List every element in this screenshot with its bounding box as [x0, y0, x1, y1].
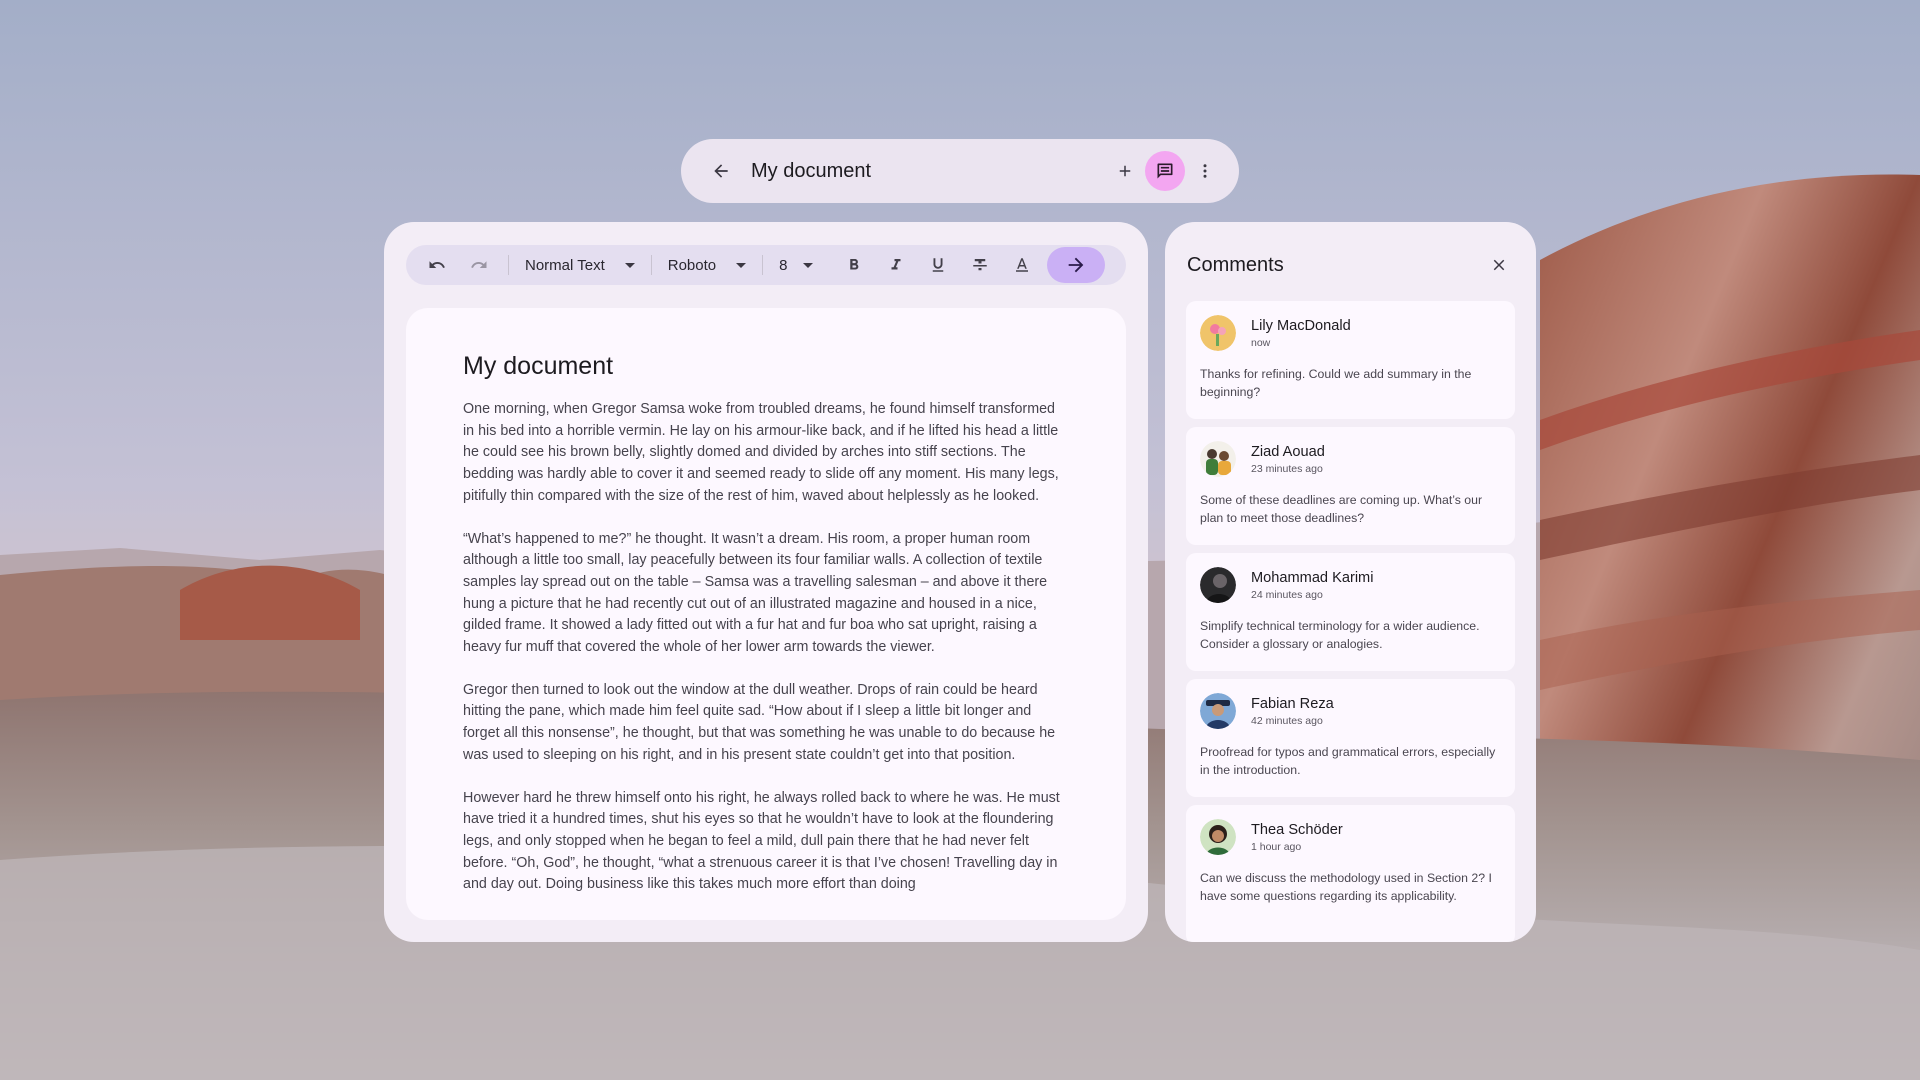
comment-list: Lily MacDonald now Thanks for refining. … — [1186, 301, 1515, 942]
comment-icon — [1157, 163, 1173, 179]
comment-author: Mohammad Karimi — [1251, 569, 1374, 586]
bold-icon — [850, 259, 859, 270]
comment-time: 42 minutes ago — [1251, 714, 1323, 727]
comment-text: Simplify technical terminology for a wid… — [1200, 619, 1480, 651]
close-comments-button[interactable] — [1484, 250, 1514, 280]
comment-card[interactable]: Fabian Reza 42 minutes ago Proofread for… — [1186, 679, 1515, 797]
back-button[interactable] — [701, 151, 741, 191]
document-heading: My document — [463, 352, 614, 380]
comment-time: now — [1251, 336, 1271, 349]
strikethrough-button[interactable] — [959, 247, 1001, 283]
caret-down-icon — [624, 262, 635, 268]
caret-down-icon — [736, 262, 747, 268]
comments-toggle-button[interactable] — [1145, 151, 1185, 191]
comment-text: Thanks for refining. Could we add summar… — [1200, 367, 1472, 399]
text-color-button[interactable] — [1001, 247, 1043, 283]
text-style-dropdown[interactable]: Normal Text — [517, 247, 643, 283]
comment-card[interactable]: Mohammad Karimi 24 minutes ago Simplify … — [1186, 553, 1515, 671]
close-icon — [1493, 259, 1505, 271]
document-title: My document — [751, 159, 872, 182]
comment-text: Can we discuss the methodology used in S… — [1200, 871, 1492, 903]
comment-time: 23 minutes ago — [1251, 462, 1323, 475]
font-value: Roboto — [667, 256, 717, 274]
underline-icon — [933, 258, 944, 272]
comment-author: Lily MacDonald — [1251, 317, 1351, 334]
font-size-dropdown[interactable]: 8 — [771, 247, 821, 283]
text-color-icon — [1016, 258, 1029, 272]
font-dropdown[interactable]: Roboto — [660, 247, 754, 283]
italic-button[interactable] — [875, 247, 917, 283]
arrow-forward-icon — [1069, 257, 1084, 273]
comment-author: Ziad Aouad — [1251, 443, 1325, 460]
document-paragraph: One morning, when Gregor Samsa woke from… — [463, 401, 1059, 504]
redo-button[interactable] — [458, 247, 500, 283]
avatar — [1200, 567, 1236, 603]
toolbar-divider — [650, 255, 652, 275]
font-size-value: 8 — [779, 256, 788, 274]
more-vert-icon — [1203, 164, 1207, 178]
comment-card[interactable]: Lily MacDonald now Thanks for refining. … — [1186, 301, 1515, 419]
more-button[interactable] — [1185, 151, 1225, 191]
avatar — [1200, 315, 1236, 351]
plus-icon — [1119, 165, 1131, 177]
comment-time: 24 minutes ago — [1251, 588, 1323, 601]
add-button[interactable] — [1105, 151, 1145, 191]
document-paragraph: “What’s happened to me?” he thought. It … — [463, 530, 1048, 656]
send-button[interactable] — [1047, 247, 1106, 283]
caret-down-icon — [803, 262, 814, 268]
undo-icon — [429, 261, 445, 268]
avatar — [1200, 441, 1236, 477]
undo-button[interactable] — [416, 247, 458, 283]
arrow-back-icon — [714, 164, 728, 178]
document-panel: Normal Text Roboto 8 My document One mor… — [384, 222, 1148, 942]
document-page[interactable]: My document One morning, when Gregor Sam… — [406, 308, 1126, 920]
comment-card[interactable]: Ziad Aouad 23 minutes ago Some of these … — [1186, 427, 1515, 545]
comment-text: Some of these deadlines are coming up. W… — [1200, 493, 1483, 525]
italic-icon — [891, 259, 901, 270]
comment-author: Thea Schöder — [1251, 821, 1343, 838]
avatar — [1200, 819, 1236, 855]
toolbar-divider — [508, 255, 509, 275]
comment-text: Proofread for typos and grammatical erro… — [1200, 745, 1496, 777]
strikethrough-icon — [973, 259, 988, 271]
redo-icon — [471, 261, 487, 268]
comment-author: Fabian Reza — [1251, 695, 1334, 712]
top-app-bar: My document — [681, 139, 1239, 203]
underline-button[interactable] — [917, 247, 959, 283]
comment-time: 1 hour ago — [1251, 840, 1302, 853]
comments-header: Comments — [1187, 250, 1514, 280]
comments-panel: Comments Lily MacDonald now Thanks for r… — [1165, 222, 1536, 942]
document-paragraph: However hard he threw himself onto his r… — [463, 789, 1060, 893]
text-style-value: Normal Text — [525, 256, 605, 274]
toolbar-divider — [762, 255, 764, 275]
comments-title: Comments — [1187, 253, 1284, 276]
avatar — [1200, 693, 1236, 729]
comment-card[interactable]: Thea Schöder 1 hour ago Can we discuss t… — [1186, 805, 1515, 942]
formatting-toolbar: Normal Text Roboto 8 — [406, 245, 1126, 285]
document-paragraph: Gregor then turned to look out the windo… — [463, 681, 1056, 763]
bold-button[interactable] — [833, 247, 875, 283]
